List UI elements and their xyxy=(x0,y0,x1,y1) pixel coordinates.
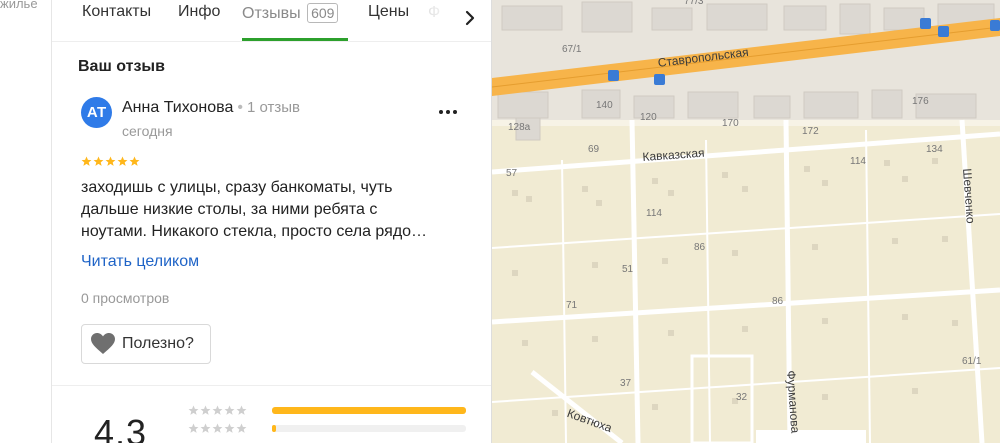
tab-info[interactable]: Инфо xyxy=(178,3,220,21)
house-number-label: 86 xyxy=(772,296,784,307)
more-dot xyxy=(453,110,457,114)
section-divider xyxy=(52,385,491,386)
house-number-label: 134 xyxy=(926,144,943,155)
left-edge-strip: жилье xyxy=(0,0,52,443)
author-review-count: 1 отзыв xyxy=(246,99,301,116)
review-text-line: заходишь с улицы, сразу банкоматы, чуть xyxy=(81,179,393,196)
your-review-title: Ваш отзыв xyxy=(78,58,165,75)
more-options-button[interactable] xyxy=(436,102,460,122)
house-number-label: 57 xyxy=(506,168,518,179)
house-number-label: 69 xyxy=(588,144,600,155)
house-number-label: 86 xyxy=(694,242,706,253)
separator-dot: • xyxy=(237,99,243,116)
house-number-label: 172 xyxy=(802,126,819,137)
house-number-label: 32 xyxy=(736,392,748,403)
tab-reviews-label: Отзывы xyxy=(242,5,301,22)
tab-prices[interactable]: Цены xyxy=(368,3,409,21)
review-text-line: дальше низкие столы, за ними ребята с xyxy=(81,201,378,218)
more-dot xyxy=(446,110,450,114)
star-icon xyxy=(212,405,223,415)
house-number-label: 77/3 xyxy=(684,0,704,7)
distribution-bar-fill xyxy=(272,407,466,414)
distribution-row[interactable] xyxy=(188,405,247,416)
star-icon xyxy=(188,405,199,415)
house-number-label: 120 xyxy=(640,112,657,123)
star-icon xyxy=(224,423,235,433)
average-rating: 4,3 xyxy=(94,412,148,443)
distribution-row[interactable] xyxy=(188,423,247,434)
star-icon xyxy=(200,405,211,415)
tab-reviews-count: 609 xyxy=(307,3,339,23)
distribution-bar-fill xyxy=(272,425,276,432)
tab-reviews[interactable]: Отзывы 609 xyxy=(242,3,339,23)
house-number-label: 170 xyxy=(722,118,739,129)
house-number-label: 37 xyxy=(620,378,632,389)
house-number-label: 176 xyxy=(912,96,929,107)
star-icon xyxy=(236,405,247,415)
house-number-label: 51 xyxy=(622,264,634,275)
star-icon xyxy=(236,423,247,433)
house-number-label: 61/1 xyxy=(962,356,982,367)
tab-contacts[interactable]: Контакты xyxy=(82,3,151,21)
review-rating-stars xyxy=(81,156,140,167)
house-number-label: 67/1 xyxy=(562,44,582,55)
active-tab-indicator xyxy=(242,38,348,41)
tab-bar: Контакты Инфо Отзывы 609 Цены Ф xyxy=(52,0,491,42)
heart-icon xyxy=(91,333,115,354)
review-text: заходишь с улицы, сразу банкоматы, чуть д… xyxy=(81,177,465,243)
author-name[interactable]: Анна Тихонова xyxy=(122,99,233,116)
read-more-link[interactable]: Читать целиком xyxy=(81,253,199,271)
star-icon xyxy=(81,156,92,166)
review-text-line: ноутами. Никакого стекла, просто села ря… xyxy=(81,223,428,240)
house-number-label: 140 xyxy=(596,100,613,111)
star-icon xyxy=(224,405,235,415)
house-number-label: 114 xyxy=(850,156,866,167)
star-icon xyxy=(93,156,104,166)
star-icon xyxy=(129,156,140,166)
house-number-label: 71 xyxy=(566,300,578,311)
star-icon xyxy=(188,423,199,433)
chevron-right-icon xyxy=(465,10,475,26)
distribution-bar xyxy=(272,407,466,414)
star-icon xyxy=(200,423,211,433)
tab-fade-mask xyxy=(424,0,460,36)
map[interactable]: Ставропольская Кавказская Шевченко Фурма… xyxy=(492,0,1000,443)
organization-panel: Контакты Инфо Отзывы 609 Цены Ф Ваш отзы… xyxy=(52,0,492,443)
screen: жилье Контакты Инфо Отзывы 609 Цены Ф Ва… xyxy=(0,0,1000,443)
avatar[interactable]: АТ xyxy=(81,97,112,128)
views-count: 0 просмотров xyxy=(81,290,170,306)
review-author[interactable]: Анна Тихонова • 1 отзыв xyxy=(122,99,300,117)
star-icon xyxy=(212,423,223,433)
more-dot xyxy=(439,110,443,114)
useful-button[interactable]: Полезно? xyxy=(81,324,211,364)
house-number-label: 128а xyxy=(508,122,531,133)
house-number-label: 114 xyxy=(646,208,662,219)
star-icon xyxy=(105,156,116,166)
distribution-bar xyxy=(272,425,466,432)
star-icon xyxy=(117,156,128,166)
edge-label[interactable]: жилье xyxy=(0,0,38,11)
review-date: сегодня xyxy=(122,123,173,139)
map-canvas[interactable] xyxy=(492,0,1000,443)
distribution-stars xyxy=(188,423,247,434)
tabs-scroll-right-button[interactable] xyxy=(456,4,484,32)
distribution-stars xyxy=(188,405,247,416)
useful-label: Полезно? xyxy=(122,335,194,352)
